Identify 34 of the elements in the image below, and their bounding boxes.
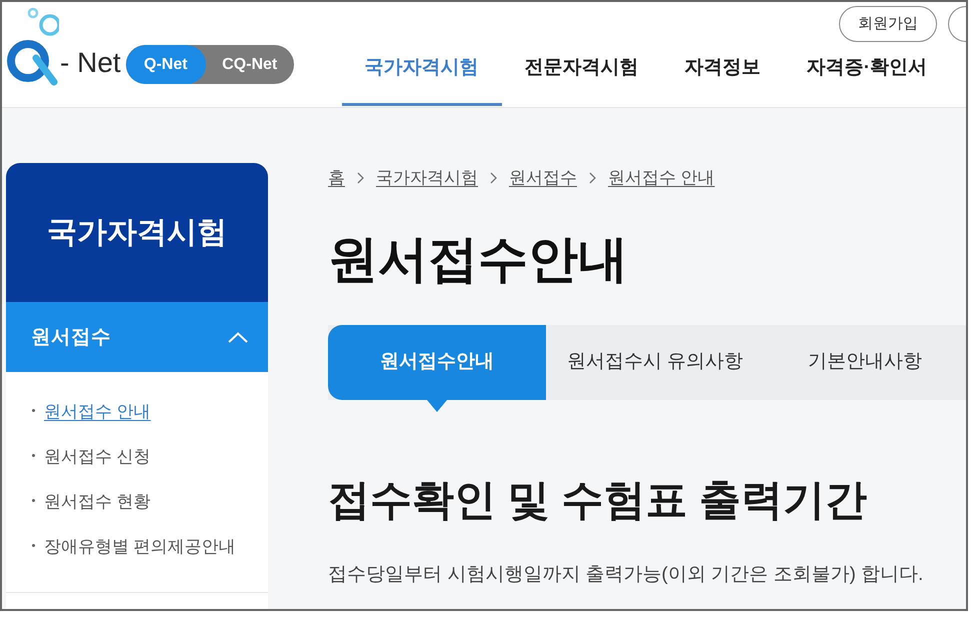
nav-tab[interactable]: 자격정보 xyxy=(662,48,784,106)
bullet-icon xyxy=(32,544,35,546)
breadcrumb-link[interactable]: 홈 xyxy=(328,166,345,190)
sidebar-title: 국가자격시험 xyxy=(6,163,268,302)
content-tab[interactable]: 원서접수시 유의사항 xyxy=(546,325,764,400)
logo-text[interactable]: - Net xyxy=(60,46,121,80)
bullet-icon xyxy=(32,454,35,456)
sidebar-link[interactable]: 원서접수 현황 xyxy=(44,490,151,514)
tab-pointer-icon xyxy=(427,400,447,412)
nav-tab[interactable]: 전문자격시험 xyxy=(502,48,662,106)
sidebar-link[interactable]: 장애유형별 편의제공안내 xyxy=(44,535,236,559)
sidebar-section-header[interactable]: 원서접수 xyxy=(6,302,268,372)
section-heading: 접수확인 및 수험표 출력기간 xyxy=(328,475,868,525)
nav-tab[interactable]: 자격증·확인서 xyxy=(784,48,950,106)
site-switch-option[interactable]: Q-Net xyxy=(126,45,206,84)
sidebar-link[interactable]: 원서접수 안내 xyxy=(44,400,151,424)
bullet-icon xyxy=(32,408,35,412)
join-button[interactable]: 회원가입 xyxy=(839,6,937,42)
bullet-icon xyxy=(32,498,35,502)
logo-icon xyxy=(6,7,59,86)
breadcrumb-link[interactable]: 원서접수 안내 xyxy=(608,166,715,190)
partial-button[interactable] xyxy=(948,6,966,42)
nav-tab[interactable]: 국가자격시험 xyxy=(342,48,502,106)
site-switch-option[interactable]: CQ-Net xyxy=(206,45,294,84)
chevron-right-icon xyxy=(490,172,497,184)
sidebar-link[interactable]: 원서접수 신청 xyxy=(44,445,151,469)
breadcrumb-link[interactable]: 국가자격시험 xyxy=(376,166,478,190)
content-tab[interactable]: 기본안내사항 xyxy=(764,325,966,400)
section-label: 원서접수 xyxy=(31,325,111,350)
chevron-right-icon xyxy=(357,172,364,184)
section-paragraph: 접수당일부터 시험시행일까지 출력가능(이외 기간은 조회불가) 합니다. xyxy=(328,563,924,587)
page-title: 원서접수안내 xyxy=(328,230,629,289)
chevron-right-icon xyxy=(589,172,596,184)
breadcrumb-link[interactable]: 원서접수 xyxy=(509,166,577,190)
